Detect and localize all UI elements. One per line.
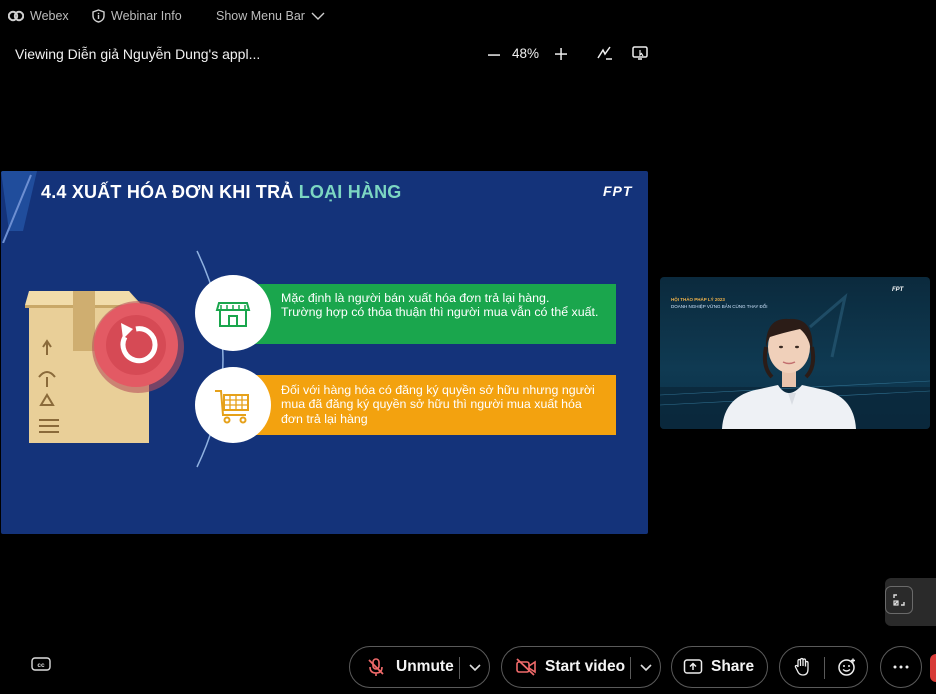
participant-video[interactable]: HỘI THẢO PHÁP LÝ 2023 DOANH NGHIỆP VỮNG … — [660, 277, 930, 429]
zoom-level: 48% — [512, 46, 540, 61]
menu-bar: Webex Webinar Info Show Menu Bar — [0, 0, 936, 32]
more-icon — [893, 665, 909, 669]
webinar-info-menu[interactable]: Webinar Info — [92, 8, 182, 24]
video-off-icon — [516, 658, 536, 676]
video-fpt-logo: FPT — [892, 287, 904, 293]
item-default-seller: Mặc định là người bán xuất hóa đơn trả l… — [233, 284, 616, 344]
start-video-button[interactable]: Start video — [501, 646, 661, 688]
webex-logo-icon — [8, 10, 24, 22]
chevron-down-icon — [311, 12, 325, 20]
share-header: Viewing Diễn giả Nguyễn Dung's appl... 4… — [0, 38, 936, 70]
reactions-icon[interactable] — [837, 657, 857, 677]
remote-control-icon[interactable] — [631, 44, 649, 62]
chevron-down-icon[interactable] — [469, 664, 481, 672]
expand-button[interactable] — [885, 586, 913, 614]
video-banner-subtitle: DOANH NGHIỆP VỮNG BẢN CÙNG THAY ĐỔI — [671, 304, 768, 309]
leave-button-edge[interactable] — [930, 654, 936, 682]
share-icon — [683, 659, 703, 674]
mic-off-icon — [368, 658, 384, 676]
unmute-label: Unmute — [396, 658, 454, 675]
share-label: Share — [711, 658, 755, 675]
unmute-divider — [459, 657, 460, 679]
box-illustration — [25, 291, 184, 443]
svg-text:cc: cc — [37, 662, 45, 669]
video-divider — [630, 657, 631, 679]
item-registered-goods: Đối với hàng hóa có đăng ký quyền sở hữu… — [233, 375, 616, 435]
store-icon — [215, 302, 251, 327]
item1-line1: Mặc định là người bán xuất hóa đơn trả l… — [281, 291, 550, 305]
item1-line2: Trường hợp có thỏa thuận thì người mua v… — [281, 305, 599, 320]
video-banner-title: HỘI THẢO PHÁP LÝ 2023 — [671, 297, 725, 302]
webex-menu[interactable]: Webex — [8, 8, 69, 24]
chevron-down-icon[interactable] — [640, 664, 652, 672]
zoom-out-icon[interactable] — [486, 47, 502, 63]
more-options-button[interactable] — [880, 646, 922, 688]
slide-title-main: 4.4 XUẤT HÓA ĐƠN KHI TRẢ — [41, 182, 299, 202]
webinar-info-label: Webinar Info — [111, 9, 182, 23]
reactions-divider — [824, 657, 825, 679]
raise-hand-icon[interactable] — [793, 657, 811, 677]
start-video-label: Start video — [545, 658, 626, 675]
share-title: Viewing Diễn giả Nguyễn Dung's appl... — [15, 46, 261, 62]
fpt-logo: FPT — [603, 183, 633, 199]
expand-icon — [893, 594, 905, 606]
annotate-icon[interactable] — [596, 44, 614, 62]
unmute-button[interactable]: Unmute — [349, 646, 490, 688]
zoom-in-icon[interactable] — [553, 46, 569, 62]
show-menu-bar-toggle[interactable]: Show Menu Bar — [216, 8, 325, 24]
show-menu-bar-label: Show Menu Bar — [216, 9, 305, 23]
store-icon-circle — [195, 275, 271, 351]
shield-info-icon — [92, 9, 105, 23]
app-name: Webex — [30, 9, 69, 23]
cart-icon-circle — [195, 367, 271, 443]
item2-text: Đối với hàng hóa có đăng ký quyền sở hữu… — [281, 383, 595, 426]
closed-caption-icon[interactable]: cc — [31, 657, 51, 673]
cart-icon — [215, 390, 249, 424]
corner-accent — [1, 171, 37, 243]
share-button[interactable]: Share — [671, 646, 768, 688]
shared-slide: 4.4 XUẤT HÓA ĐƠN KHI TRẢ LOẠI HÀNG FPT M… — [1, 171, 648, 534]
reactions-group — [779, 646, 868, 688]
slide-title: 4.4 XUẤT HÓA ĐƠN KHI TRẢ LOẠI HÀNG — [41, 182, 402, 203]
slide-title-highlight: LOẠI HÀNG — [298, 182, 402, 202]
